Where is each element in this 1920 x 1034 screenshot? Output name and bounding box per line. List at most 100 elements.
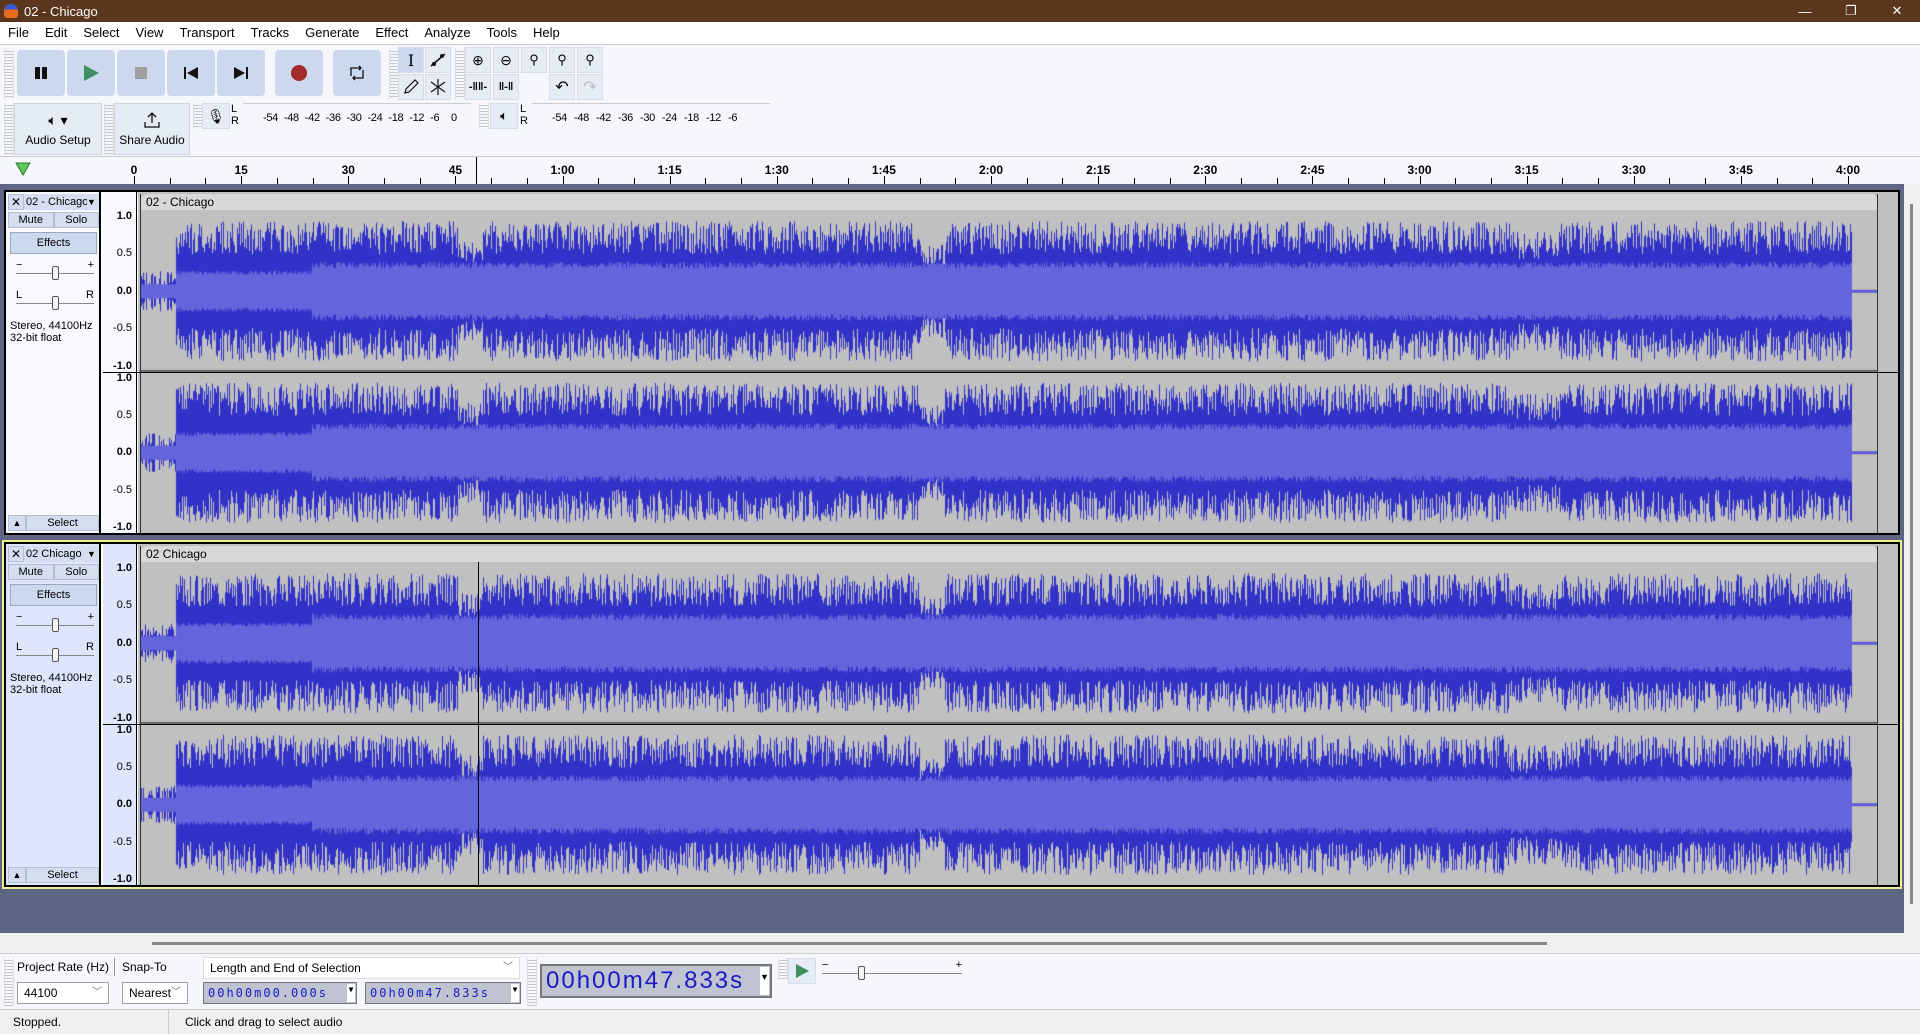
skip-to-end-button[interactable] (217, 50, 265, 96)
pause-button[interactable] (17, 50, 65, 96)
toolbar-grip[interactable] (4, 103, 14, 155)
gain-slider[interactable]: − + (16, 260, 94, 280)
envelope-tool-button[interactable] (425, 47, 451, 73)
tracks-area[interactable]: ✕ 02 - Chicago ▼ Mute Solo Effects − + L… (0, 184, 1904, 933)
solo-button[interactable]: Solo (53, 212, 99, 228)
gain-slider[interactable]: − + (16, 612, 94, 632)
toolbar-grip[interactable] (479, 103, 489, 129)
silence-audio-button[interactable]: ‖-‖ (493, 74, 519, 100)
minimize-button[interactable]: — (1782, 0, 1828, 22)
play-speed-slider[interactable]: − + (822, 960, 962, 980)
project-rate-dropdown[interactable]: 44100 ﹀ (17, 982, 109, 1004)
timeline-ruler[interactable]: 0 15 30 45 1:00 1:15 1:30 1:45 2:00 2:15 2:30 2:45 3… (0, 156, 1920, 185)
menu-help[interactable]: Help (525, 22, 568, 44)
close-track-button[interactable]: ✕ (8, 546, 24, 562)
undo-button[interactable]: ↶ (549, 74, 575, 100)
solo-button[interactable]: Solo (53, 564, 99, 580)
playback-meter-button[interactable]: 🔈︎ (490, 103, 518, 129)
selection-start-time[interactable]: 00h00m00.000s ▼ (203, 982, 357, 1004)
slider-thumb[interactable] (52, 618, 59, 632)
selection-tool-button[interactable]: I (398, 47, 424, 73)
toolbar-grip[interactable] (104, 103, 114, 155)
chevron-down-icon[interactable]: ▼ (87, 194, 99, 210)
menu-analyze[interactable]: Analyze (416, 22, 478, 44)
toolbar-grip[interactable] (4, 958, 14, 1006)
slider-thumb[interactable] (52, 296, 59, 310)
menu-select[interactable]: Select (75, 22, 127, 44)
snap-to-dropdown[interactable]: Nearest ﹀ (122, 982, 188, 1004)
play-button[interactable] (67, 50, 115, 96)
mute-button[interactable]: Mute (8, 212, 54, 228)
redo-button[interactable]: ↷ (577, 74, 603, 100)
waveform-area[interactable]: 02 Chicago (138, 544, 1898, 885)
record-meter[interactable]: LR -54 -48 -42 -36 -30 -24 -18 -12 -6 0 (231, 103, 471, 129)
trim-audio-button[interactable]: -‖‖- (465, 74, 491, 100)
fit-selection-button[interactable]: ⚲ (521, 47, 547, 73)
menu-effect[interactable]: Effect (367, 22, 416, 44)
audio-setup-button[interactable]: 🔈︎ ▾ Audio Setup (14, 103, 102, 155)
play-head-cursor[interactable] (475, 157, 477, 185)
waveform-area[interactable]: 02 - Chicago (138, 192, 1898, 533)
playback-meter[interactable]: LR -54 -48 -42 -36 -30 -24 -18 -12 -6 (520, 103, 770, 129)
clip-name[interactable]: 02 - Chicago (141, 194, 1877, 210)
audio-clip[interactable]: 02 - Chicago (140, 194, 1878, 533)
slider-thumb[interactable] (52, 266, 59, 280)
select-track-button[interactable]: Select (26, 515, 99, 531)
vertical-scrollbar[interactable] (1904, 184, 1920, 933)
menu-tools[interactable]: Tools (479, 22, 525, 44)
effects-button[interactable]: Effects (10, 232, 97, 254)
toolbar-grip[interactable] (778, 958, 788, 980)
multi-tool-button[interactable] (425, 74, 451, 100)
menu-file[interactable]: File (0, 22, 37, 44)
timeline-options-button[interactable] (14, 161, 34, 181)
play-at-speed-button[interactable] (788, 958, 816, 984)
record-button[interactable] (275, 50, 323, 96)
record-meter-button[interactable]: 🎙︎ (202, 103, 230, 129)
audio-clip[interactable]: 02 Chicago (140, 546, 1878, 885)
collapse-track-button[interactable]: ▲ (8, 515, 26, 531)
audio-track[interactable]: ✕ 02 - Chicago ▼ Mute Solo Effects − + L… (4, 190, 1900, 535)
audio-track[interactable]: ✕ 02 Chicago ▼ Mute Solo Effects − + L R… (2, 540, 1902, 889)
menu-transport[interactable]: Transport (171, 22, 242, 44)
select-track-button[interactable]: Select (26, 867, 99, 883)
menu-generate[interactable]: Generate (297, 22, 367, 44)
zoom-toggle-button[interactable]: ⚲ (577, 47, 603, 73)
horizontal-scroll-thumb[interactable] (152, 942, 1547, 945)
track-control-panel[interactable]: ✕ 02 Chicago ▼ Mute Solo Effects − + L R… (6, 544, 101, 885)
horizontal-scrollbar[interactable] (0, 933, 1920, 953)
effects-button[interactable]: Effects (10, 584, 97, 606)
selection-mode-dropdown[interactable]: Length and End of Selection ﹀ (203, 957, 520, 979)
menu-view[interactable]: View (128, 22, 172, 44)
track-control-panel[interactable]: ✕ 02 - Chicago ▼ Mute Solo Effects − + L… (6, 192, 101, 533)
mute-button[interactable]: Mute (8, 564, 54, 580)
vertical-scroll-thumb[interactable] (1910, 204, 1913, 904)
vertical-amplitude-ruler[interactable]: 1.0 0.5 0.0 -0.5 -1.0 1.0 0.5 0.0 -0.5 -1.0 (103, 544, 137, 885)
collapse-track-button[interactable]: ▲ (8, 867, 26, 883)
menu-tracks[interactable]: Tracks (243, 22, 298, 44)
fit-project-button[interactable]: ⚲ (549, 47, 575, 73)
loop-button[interactable] (333, 50, 381, 96)
share-audio-button[interactable]: Share Audio (114, 103, 190, 155)
selection-end-time[interactable]: 00h00m47.833s ▼ (365, 982, 521, 1004)
stop-button[interactable] (117, 50, 165, 96)
skip-to-start-button[interactable] (167, 50, 215, 96)
zoom-in-button[interactable]: ⊕ (465, 47, 491, 73)
chevron-down-icon[interactable]: ▼ (87, 546, 99, 562)
maximize-button[interactable]: ❐ (1828, 0, 1874, 22)
close-track-button[interactable]: ✕ (8, 194, 24, 210)
toolbar-grip[interactable] (4, 49, 14, 99)
audio-position-display[interactable]: 00h00m47.833s ▼ (540, 964, 772, 998)
close-button[interactable]: ✕ (1874, 0, 1920, 22)
toolbar-grip[interactable] (527, 958, 537, 1006)
slider-thumb[interactable] (52, 648, 59, 662)
track-name-menu[interactable]: 02 - Chicago (24, 194, 87, 210)
track-name-menu[interactable]: 02 Chicago (24, 546, 87, 562)
slider-thumb[interactable] (858, 966, 865, 980)
toolbar-grip[interactable] (455, 49, 465, 99)
menu-edit[interactable]: Edit (37, 22, 75, 44)
pan-slider[interactable]: L R (16, 290, 94, 310)
clip-name[interactable]: 02 Chicago (141, 546, 1877, 562)
pan-slider[interactable]: L R (16, 642, 94, 662)
zoom-out-button[interactable]: ⊖ (493, 47, 519, 73)
draw-tool-button[interactable] (398, 74, 424, 100)
